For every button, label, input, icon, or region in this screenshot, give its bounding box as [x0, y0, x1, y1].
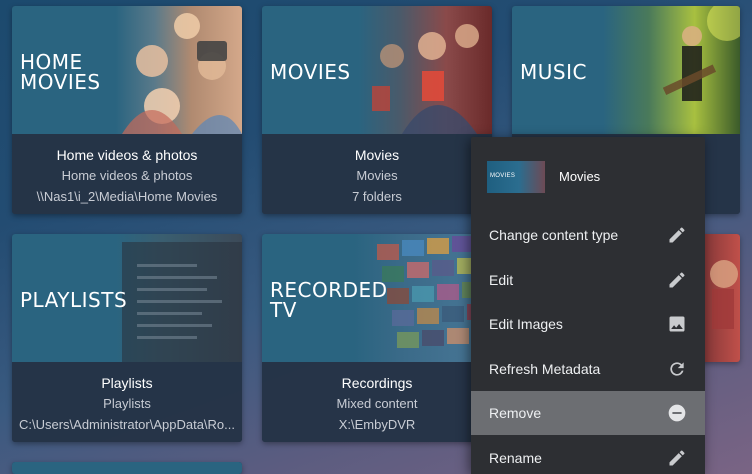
library-type: Movies [356, 168, 398, 183]
refresh-icon [670, 362, 684, 376]
library-type: Home videos & photos [61, 168, 193, 183]
tile-title: HOME MOVIES [20, 50, 101, 94]
tile-title: RECORDED TV [270, 278, 388, 322]
library-name: Home videos & photos [56, 147, 198, 163]
tile-title: MUSIC [520, 60, 587, 84]
menu-item-edit-images[interactable]: Edit Images [471, 302, 705, 346]
pencil-icon [669, 450, 685, 466]
remove-circle-icon [668, 404, 686, 422]
library-path: 7 folders [352, 189, 402, 204]
library-card-playlists[interactable]: PLAYLISTS Playlists Playlists C:\Users\A… [12, 234, 242, 442]
image-icon [669, 316, 685, 332]
library-thumbnail[interactable] [12, 462, 242, 474]
library-name: Movies [354, 147, 400, 163]
context-menu: MOVIES Movies Change content type Edit E… [471, 137, 705, 474]
library-card-home-movies[interactable]: HOME MOVIES Home videos & photos Home vi… [12, 6, 242, 214]
pencil-icon [669, 227, 685, 243]
menu-item-edit[interactable]: Edit [471, 258, 705, 302]
library-thumbnail[interactable]: MUSIC [512, 6, 740, 134]
library-name: Playlists [101, 375, 153, 391]
menu-item-rename[interactable]: Rename [471, 436, 705, 474]
library-thumbnail[interactable]: HOME MOVIES [12, 6, 242, 134]
library-path: C:\Users\Administrator\AppData\Ro... [18, 417, 236, 432]
menu-item-label: Edit Images [489, 316, 563, 332]
library-card-recordings[interactable]: RECORDED TV Recordings Mixed content X:\… [262, 234, 492, 442]
menu-item-label: Remove [489, 405, 542, 421]
context-menu-header: MOVIES Movies [471, 137, 705, 215]
library-path: \\Nas1\i_2\Media\Home Movies [36, 189, 218, 204]
library-name: Recordings [341, 375, 413, 391]
library-thumbnail[interactable]: MOVIES [262, 6, 492, 134]
menu-item-label: Refresh Metadata [489, 361, 601, 377]
menu-item-change-content-type[interactable]: Change content type [471, 213, 705, 257]
library-type: Playlists [103, 396, 151, 411]
tile-title: MOVIES [270, 60, 351, 84]
menu-item-label: Change content type [489, 227, 619, 243]
library-type: Mixed content [336, 396, 418, 411]
movies-thumbnail: MOVIES [487, 161, 545, 193]
tile-title: PLAYLISTS [20, 288, 128, 312]
menu-item-remove[interactable]: Remove [471, 391, 705, 435]
pencil-icon [669, 272, 685, 288]
menu-item-label: Edit [489, 272, 514, 288]
context-menu-title: Movies [559, 169, 601, 184]
menu-item-refresh-metadata[interactable]: Refresh Metadata [471, 347, 705, 391]
library-thumbnail[interactable]: PLAYLISTS [12, 234, 242, 362]
menu-item-label: Rename [489, 450, 542, 466]
library-card-bottom-partial[interactable] [12, 462, 242, 474]
library-card-movies[interactable]: MOVIES Movies Movies 7 folders [262, 6, 492, 214]
mini-tile-text: MOVIES [490, 173, 516, 179]
library-thumbnail[interactable]: RECORDED TV [262, 234, 492, 362]
library-path: X:\EmbyDVR [338, 417, 416, 432]
